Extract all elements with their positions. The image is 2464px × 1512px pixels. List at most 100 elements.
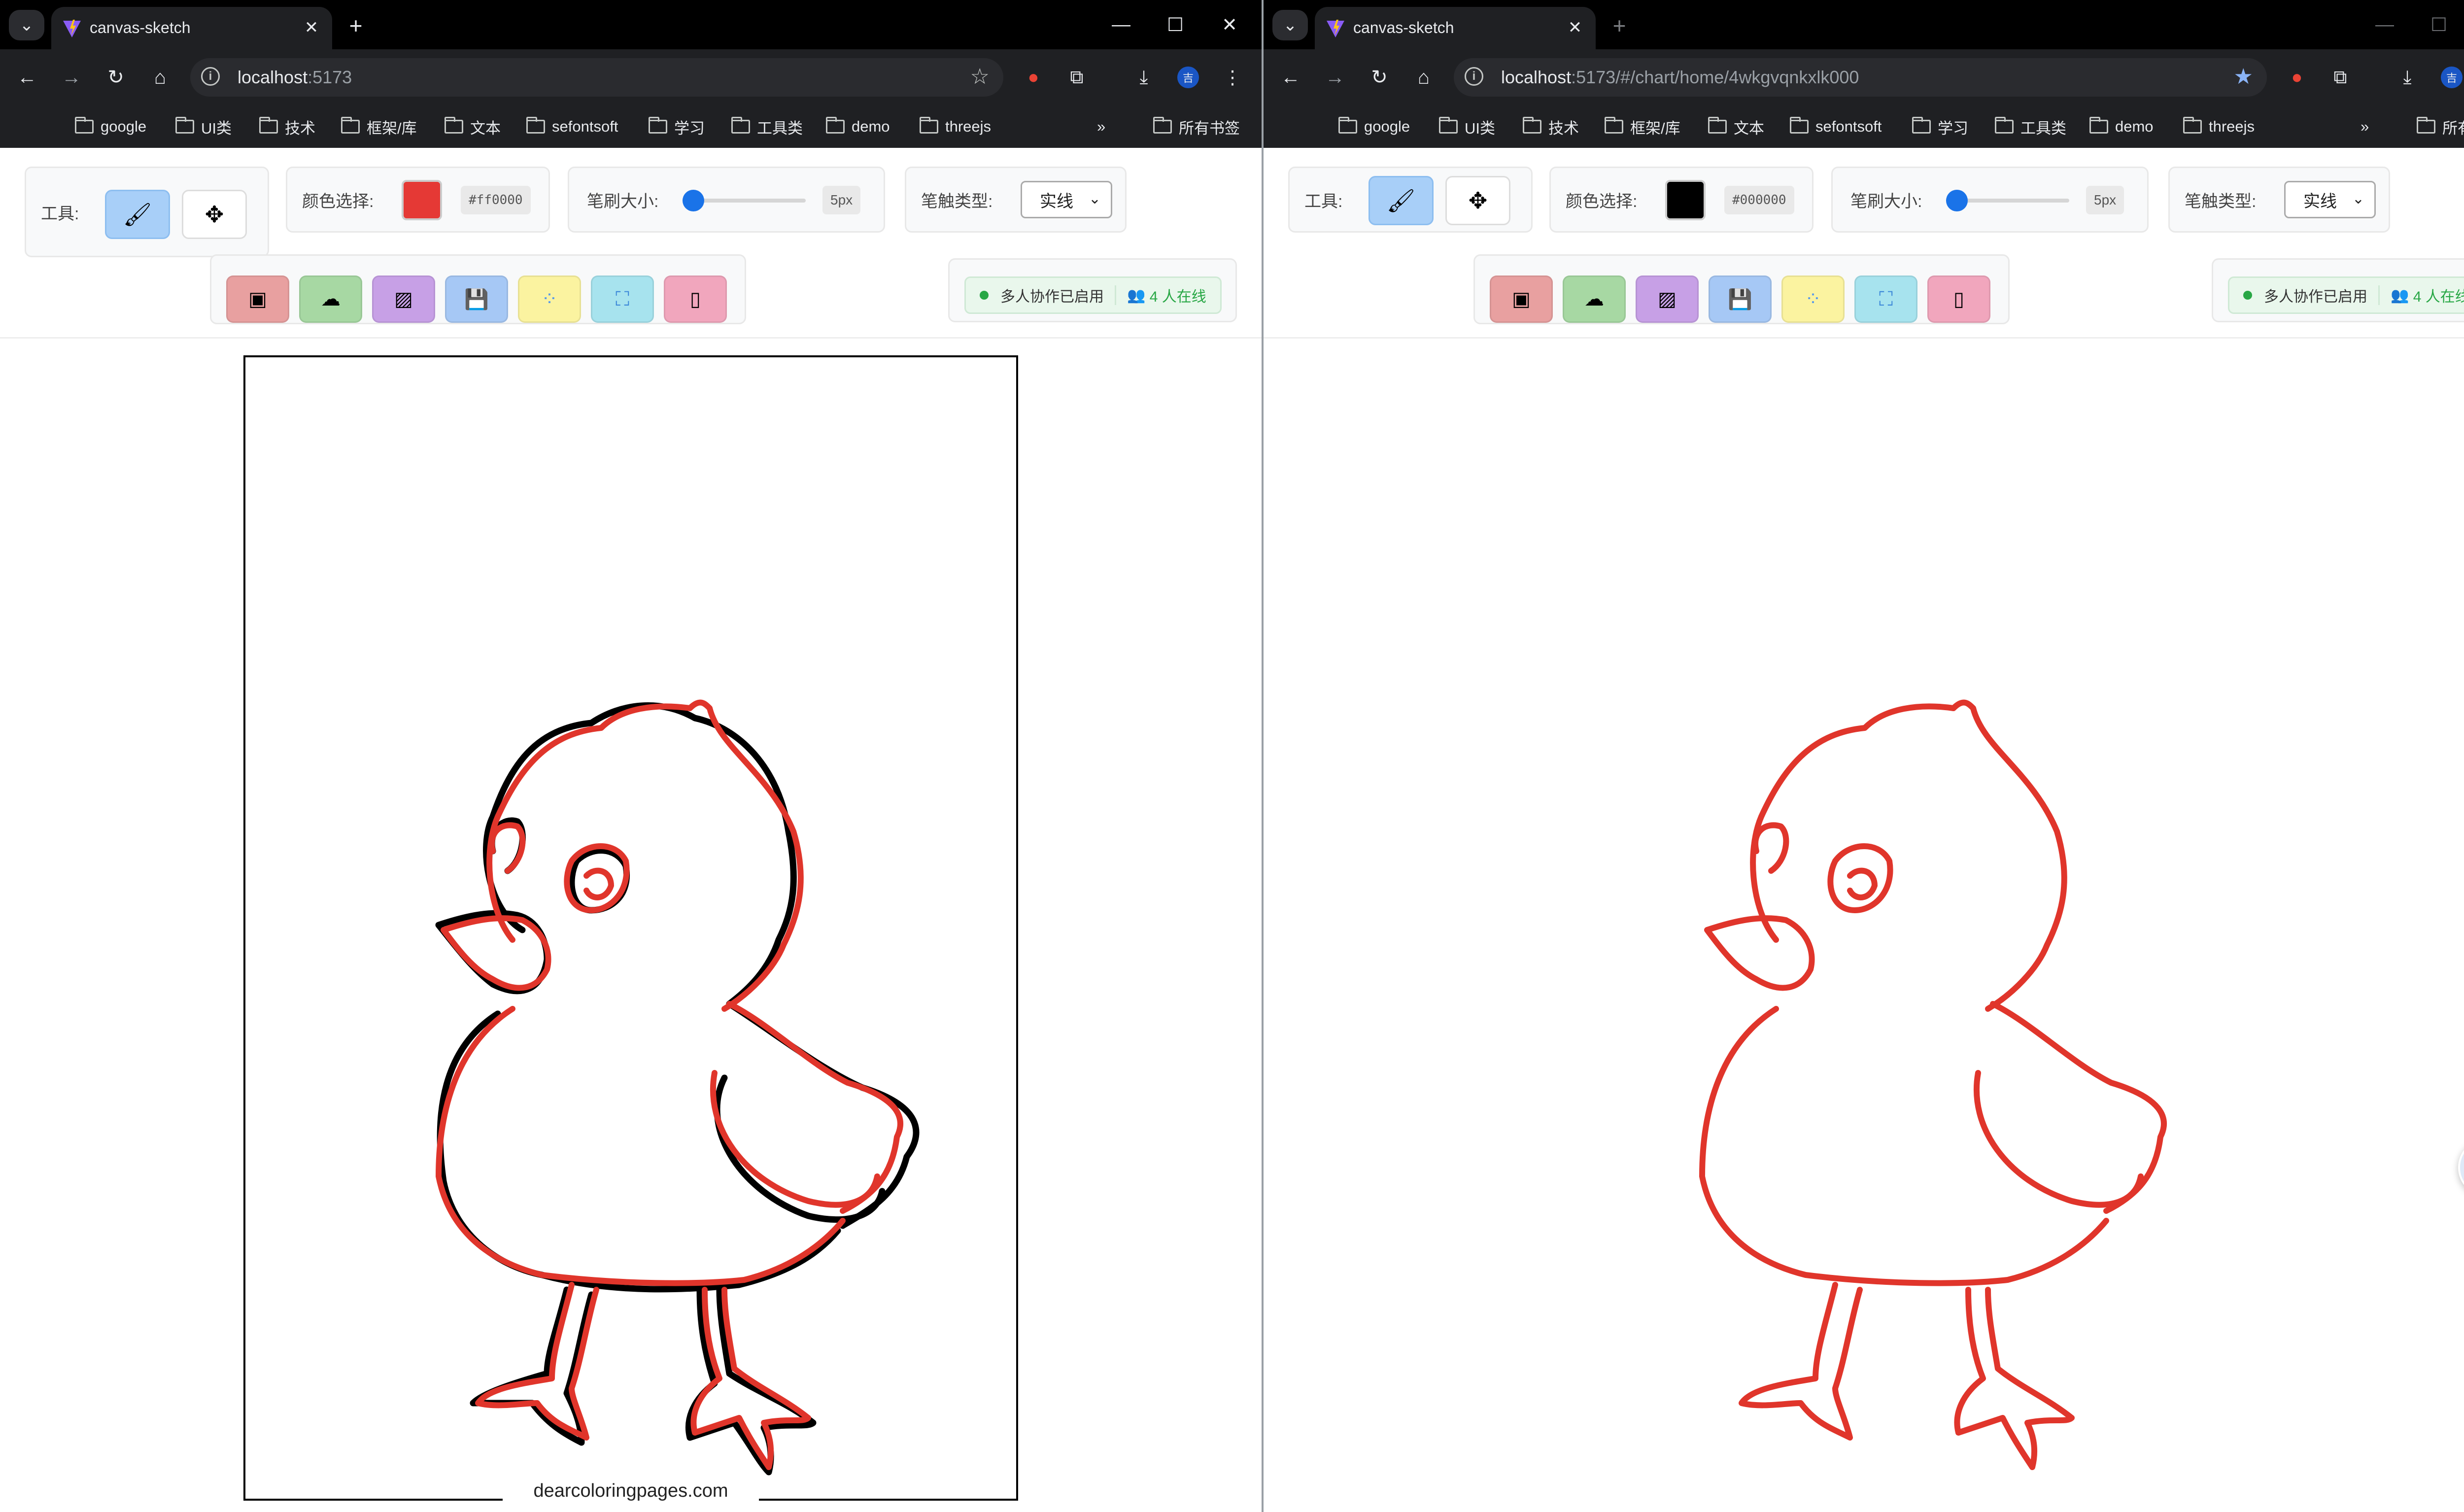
loading-button[interactable]: ⁘ xyxy=(518,275,581,323)
extensions-puzzle-icon[interactable]: ⧉ xyxy=(1060,60,1094,95)
bookmark-folder[interactable]: 文本 xyxy=(445,113,501,140)
eraser-tool-button[interactable]: ✥ xyxy=(1445,176,1510,225)
slider-thumb[interactable] xyxy=(1946,190,1968,211)
loading-button[interactable]: ⁘ xyxy=(1781,275,1845,323)
reload-icon[interactable]: ↻ xyxy=(1362,60,1397,95)
clear-button[interactable]: ▣ xyxy=(226,275,289,323)
bookmark-star-icon[interactable]: ☆ xyxy=(970,64,990,89)
device-icon: ▯ xyxy=(1953,288,1964,310)
brush-tool-button[interactable]: 🖌 xyxy=(105,190,170,239)
color-swatch[interactable] xyxy=(402,180,442,220)
save-button[interactable]: 💾 xyxy=(1709,275,1772,323)
stroke-type-select[interactable]: 实线 ⌄ xyxy=(1021,181,1112,218)
new-tab-button[interactable]: + xyxy=(1604,10,1635,41)
tab-search-button[interactable]: ⌄ xyxy=(9,10,44,40)
extension-icon[interactable]: ● xyxy=(2280,60,2314,95)
all-bookmarks-folder[interactable]: 所有书签 xyxy=(2417,113,2464,140)
clear-button[interactable]: ▣ xyxy=(1490,275,1553,323)
brush-tool-button[interactable]: 🖌 xyxy=(1369,176,1434,225)
drawing-canvas[interactable]: dearcoloringpages.com xyxy=(0,339,1262,1512)
bookmark-folder[interactable]: 学习 xyxy=(1912,113,1968,140)
new-tab-button[interactable]: + xyxy=(340,10,372,41)
forward-icon[interactable]: → xyxy=(1318,60,1352,95)
tool-label: 工具: xyxy=(1304,192,1343,211)
canvas-svg: dearcoloringpages.com xyxy=(243,355,1018,1512)
profile-avatar[interactable]: 吉 xyxy=(2434,60,2464,95)
bookmark-folder[interactable]: 工具类 xyxy=(731,113,803,140)
bookmark-folder[interactable]: threejs xyxy=(920,113,991,140)
browser-tab[interactable]: canvas-sketch ✕ xyxy=(1315,7,1596,49)
download-icon[interactable]: ⤓ xyxy=(2390,60,2425,95)
back-icon[interactable]: ← xyxy=(10,60,44,95)
bookmark-folder[interactable]: demo xyxy=(2089,113,2154,140)
url-text[interactable]: localhost:5173/#/chart/home/4wkgvqnkxlk0… xyxy=(1501,67,1859,88)
bookmark-folder[interactable]: google xyxy=(1338,113,1410,140)
profile-avatar[interactable]: 吉 xyxy=(1171,60,1205,95)
reload-icon[interactable]: ↻ xyxy=(99,60,133,95)
bookmark-folder[interactable]: UI类 xyxy=(175,113,232,140)
site-info-icon[interactable]: i xyxy=(1465,67,1483,86)
tab-close-icon[interactable]: ✕ xyxy=(1562,15,1588,40)
bookmark-folder[interactable]: 学习 xyxy=(649,113,705,140)
home-icon[interactable]: ⌂ xyxy=(1406,60,1441,95)
bookmark-folder[interactable]: sefontsoft xyxy=(526,113,618,140)
home-icon[interactable]: ⌂ xyxy=(143,60,177,95)
pattern-button[interactable]: ▨ xyxy=(372,275,435,323)
slider-thumb[interactable] xyxy=(683,190,704,211)
brush-size-slider[interactable] xyxy=(1946,190,2069,211)
upload-button[interactable]: ☁ xyxy=(1563,275,1626,323)
bookmark-folder[interactable]: 技术 xyxy=(259,113,315,140)
minimize-button[interactable]: — xyxy=(2358,7,2412,42)
tab-title: canvas-sketch xyxy=(1353,19,1454,36)
maximize-button[interactable]: ☐ xyxy=(1148,7,1202,42)
bookmark-folder[interactable]: 技术 xyxy=(1523,113,1579,140)
close-window-button[interactable]: ✕ xyxy=(1202,7,1257,42)
fullscreen-button[interactable]: ⛶ xyxy=(1854,275,1917,323)
stroke-type-select[interactable]: 实线 ⌄ xyxy=(2284,181,2376,218)
bookmark-star-icon[interactable]: ★ xyxy=(2234,64,2253,89)
device-button[interactable]: ▯ xyxy=(1927,275,1990,323)
bookmark-folder[interactable]: 框架/库 xyxy=(341,113,417,140)
device-button[interactable]: ▯ xyxy=(664,275,727,323)
bookmark-folder[interactable]: threejs xyxy=(2183,113,2255,140)
drawing-canvas[interactable] xyxy=(1264,339,2464,1512)
brush-size-value: 5px xyxy=(822,186,861,214)
address-bar[interactable]: i localhost:5173/#/chart/home/4wkgvqnkxl… xyxy=(1454,58,2267,97)
more-bookmarks-button[interactable]: » xyxy=(2361,113,2369,140)
url-text[interactable]: localhost:5173 xyxy=(238,67,352,88)
minimize-button[interactable]: — xyxy=(1094,7,1148,42)
address-bar[interactable]: i localhost:5173 ☆ xyxy=(190,58,1003,97)
forward-icon[interactable]: → xyxy=(54,60,89,95)
upload-button[interactable]: ☁ xyxy=(299,275,362,323)
bookmark-folder[interactable]: 框架/库 xyxy=(1605,113,1680,140)
brush-size-slider[interactable] xyxy=(683,190,806,211)
save-button[interactable]: 💾 xyxy=(445,275,508,323)
extensions-puzzle-icon[interactable]: ⧉ xyxy=(2323,60,2358,95)
site-info-icon[interactable]: i xyxy=(201,67,220,86)
back-icon[interactable]: ← xyxy=(1273,60,1308,95)
stroke-type-value: 实线 xyxy=(1040,192,1073,211)
extension-icon[interactable]: ● xyxy=(1016,60,1051,95)
bookmark-folder[interactable]: UI类 xyxy=(1439,113,1495,140)
download-icon[interactable]: ⤓ xyxy=(1127,60,1161,95)
all-bookmarks-folder[interactable]: 所有书签 xyxy=(1153,113,1240,140)
menu-kebab-icon[interactable]: ⋮ xyxy=(1215,60,1250,95)
bookmark-folder[interactable]: sefontsoft xyxy=(1790,113,1882,140)
device-icon: ▯ xyxy=(689,288,701,310)
pattern-button[interactable]: ▨ xyxy=(1636,275,1699,323)
tab-close-icon[interactable]: ✕ xyxy=(299,15,324,40)
bookmark-folder[interactable]: google xyxy=(75,113,146,140)
maximize-button[interactable]: ☐ xyxy=(2412,7,2464,42)
browser-toolbar: ← → ↻ ⌂ i localhost:5173/#/chart/home/4w… xyxy=(1264,49,2464,105)
stroke-label: 笔触类型: xyxy=(921,192,993,211)
browser-tab[interactable]: canvas-sketch ✕ xyxy=(51,7,332,49)
bookmark-folder[interactable]: demo xyxy=(826,113,890,140)
fullscreen-button[interactable]: ⛶ xyxy=(591,275,654,323)
more-bookmarks-button[interactable]: » xyxy=(1097,113,1105,140)
bookmark-folder[interactable]: 工具类 xyxy=(1995,113,2066,140)
upload-icon: ☁ xyxy=(321,288,341,310)
bookmark-folder[interactable]: 文本 xyxy=(1708,113,1764,140)
eraser-tool-button[interactable]: ✥ xyxy=(182,190,247,239)
color-swatch[interactable] xyxy=(1665,180,1706,220)
tab-search-button[interactable]: ⌄ xyxy=(1272,10,1308,40)
